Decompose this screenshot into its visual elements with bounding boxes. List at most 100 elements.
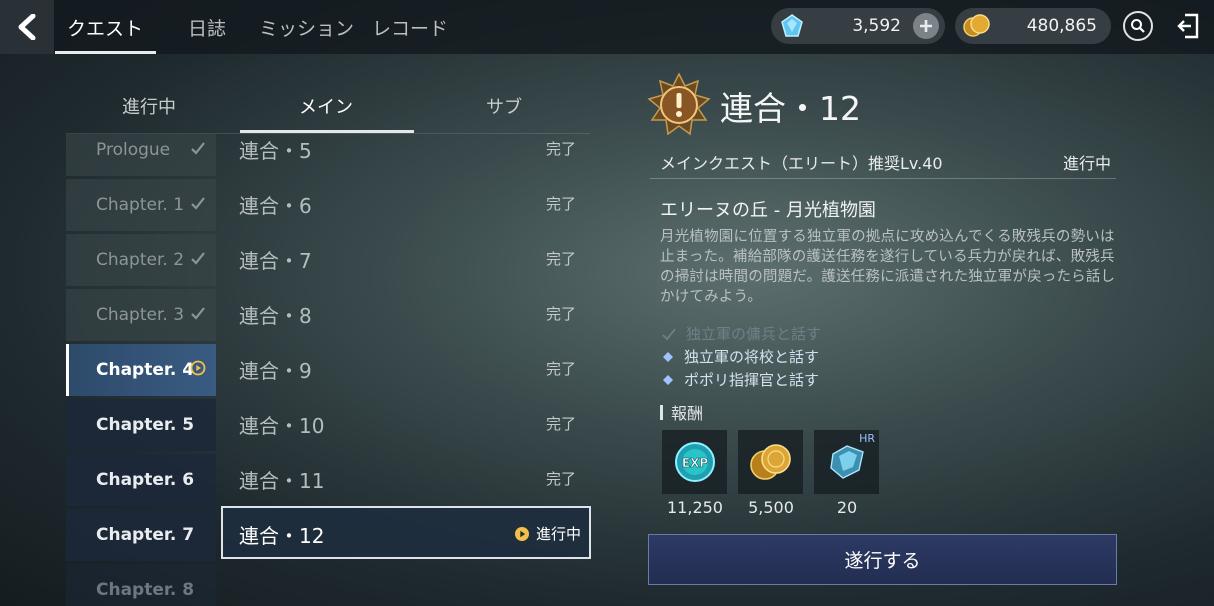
main-quest-emblem-icon (647, 72, 711, 136)
play-circle-icon (190, 360, 206, 376)
check-icon (191, 252, 205, 265)
chapter-item[interactable]: Prologue (66, 134, 216, 176)
quest-status: 完了 (545, 470, 576, 488)
objective-text: 独立軍の傭兵と話す (686, 325, 822, 343)
section-bar (660, 404, 663, 420)
quest-type: メインクエスト（エリート）推奨Lv.40 (660, 154, 943, 173)
subtab-in-progress[interactable]: 進行中 (122, 93, 176, 119)
chapter-label: Chapter. 1 (96, 195, 185, 215)
quest-row[interactable]: 連合・5 完了 (222, 134, 592, 174)
gem-count: 3,592 (852, 16, 901, 36)
chapter-item[interactable]: Chapter. 3 (66, 289, 216, 341)
quest-description: 月光植物園に位置する独立軍の拠点に攻め込んでくる敗残兵の勢いは止まった。補給部隊… (660, 229, 1116, 305)
exp-icon: EXP (674, 442, 715, 482)
check-icon (191, 307, 205, 320)
chapter-label: Chapter. 3 (96, 305, 185, 325)
subtab-sub[interactable]: サブ (486, 93, 522, 119)
quest-row-selected[interactable]: 連合・12 進行中 (221, 506, 591, 559)
reward-header: 報酬 (660, 400, 703, 424)
quest-name: 連合・7 (239, 249, 312, 273)
quest-status: 完了 (545, 415, 576, 433)
chapter-label: Chapter. 5 (96, 415, 195, 435)
svg-text:EXP: EXP (681, 456, 707, 470)
reward-value: 20 (836, 498, 858, 517)
chapter-label: Chapter. 6 (96, 470, 195, 490)
quest-name: 連合・12 (239, 524, 325, 548)
gold-count: 480,865 (1026, 16, 1097, 36)
back-arrow-icon (18, 14, 36, 40)
gem-currency: 3,592 (771, 8, 945, 44)
quest-row[interactable]: 連合・8 完了 (222, 287, 592, 339)
check-icon (191, 197, 205, 210)
back-button[interactable] (0, 0, 54, 54)
quest-row[interactable]: 連合・7 完了 (222, 232, 592, 284)
diamond-bullet-icon (663, 374, 673, 385)
objective-item: 独立軍の傭兵と話す (662, 323, 821, 344)
quest-status: 完了 (545, 250, 576, 268)
gold-coin-icon (963, 14, 990, 37)
tab-record[interactable]: レコード (372, 14, 448, 41)
search-button[interactable] (1123, 11, 1153, 41)
exit-button[interactable] (1173, 11, 1203, 41)
quest-progress-status: 進行中 (1063, 154, 1112, 173)
quest-name: 連合・6 (239, 194, 312, 218)
tab-mission[interactable]: ミッション (259, 14, 354, 41)
quest-status-text: 進行中 (535, 525, 581, 543)
chapter-item[interactable]: Chapter. 7 (66, 509, 216, 561)
chapter-item-selected[interactable]: Chapter. 4 (66, 344, 216, 396)
quest-status: 進行中 (514, 523, 581, 544)
quest-title: 連合・12 (720, 89, 861, 128)
tab-journal[interactable]: 日誌 (188, 14, 226, 41)
quest-name: 連合・9 (239, 359, 312, 383)
objective-item: 独立軍の将校と話す (662, 346, 819, 367)
quest-name: 連合・8 (239, 304, 312, 328)
chapter-label: Chapter. 2 (96, 250, 185, 270)
reward-crystal[interactable]: HR (814, 430, 879, 494)
chapter-label: Chapter. 4 (96, 360, 195, 380)
objective-text: 独立軍の将校と話す (684, 348, 820, 366)
diamond-bullet-icon (663, 351, 673, 362)
gold-currency: 480,865 (955, 8, 1111, 44)
quest-row[interactable]: 連合・9 完了 (222, 342, 592, 394)
play-circle-icon (514, 526, 529, 541)
reward-label: 報酬 (671, 404, 704, 423)
quest-name: 連合・10 (239, 414, 325, 438)
quest-status: 完了 (545, 140, 576, 158)
chapter-item[interactable]: Chapter. 5 (66, 399, 216, 451)
divider (650, 178, 1116, 179)
quest-status: 完了 (545, 305, 576, 323)
execute-quest-button[interactable]: 遂行する (648, 534, 1117, 585)
gold-coin-icon (749, 444, 791, 480)
chapter-item[interactable]: Chapter. 1 (66, 179, 216, 231)
search-icon (1131, 19, 1145, 33)
objective-text: ポポリ指揮官と話す (684, 371, 820, 389)
quest-row[interactable]: 連合・10 完了 (222, 397, 592, 449)
quest-row[interactable]: 連合・6 完了 (222, 177, 592, 229)
check-icon (191, 142, 205, 155)
chapter-item[interactable]: Chapter. 6 (66, 454, 216, 506)
plus-icon (920, 20, 932, 32)
reward-gold[interactable] (738, 430, 803, 494)
quest-status: 完了 (545, 195, 576, 213)
objective-item: ポポリ指揮官と話す (662, 369, 819, 390)
chapter-item[interactable]: Chapter. 2 (66, 234, 216, 286)
reward-value: 5,500 (748, 498, 794, 517)
chapter-label: Prologue (96, 140, 171, 160)
crystal-icon (829, 445, 864, 479)
chapter-item[interactable]: Chapter. 8 (66, 564, 216, 606)
chapter-list[interactable]: Prologue Chapter. 1 Chapter. 2 Chapter. … (66, 134, 216, 606)
tab-quest[interactable]: クエスト (67, 14, 143, 41)
quest-row[interactable]: 連合・11 完了 (222, 452, 592, 504)
reward-exp[interactable]: EXP (662, 430, 727, 494)
quest-name: 連合・5 (239, 139, 312, 163)
chapter-label: Chapter. 7 (96, 525, 195, 545)
exit-icon (1177, 13, 1199, 39)
blue-gem-icon (781, 14, 803, 37)
quest-name: 連合・11 (239, 469, 325, 493)
reward-value: 11,250 (667, 498, 723, 517)
add-gems-button[interactable] (913, 13, 939, 39)
quest-location: エリーヌの丘 - 月光植物園 (660, 200, 876, 221)
quest-status: 完了 (545, 360, 576, 378)
rarity-badge: HR (859, 432, 875, 445)
subtab-main[interactable]: メイン (299, 93, 353, 119)
